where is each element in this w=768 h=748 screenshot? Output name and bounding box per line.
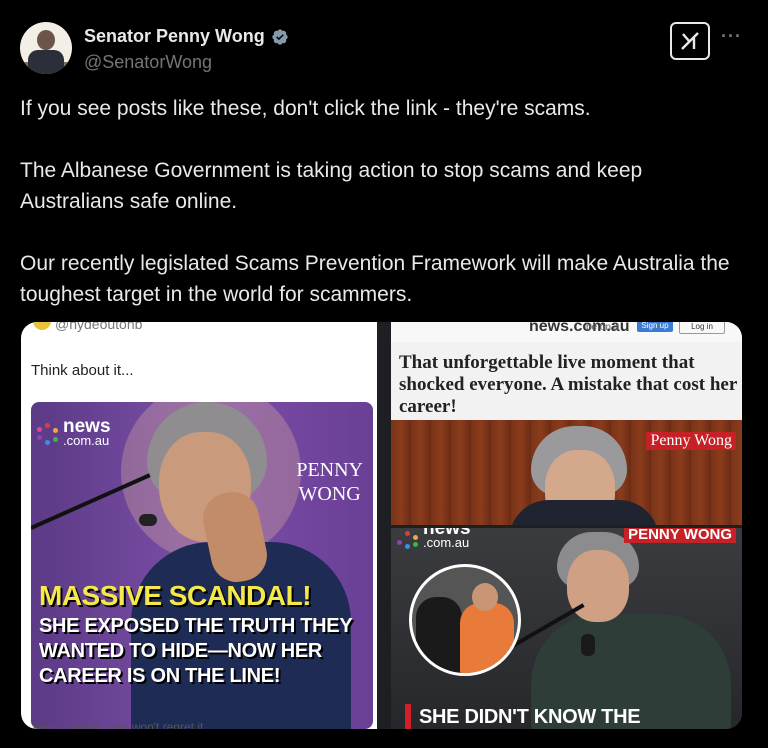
news-dots-icon: [37, 423, 59, 445]
avatar-head-shape: [37, 30, 55, 50]
media-image-left[interactable]: @hydeoutohb Think about it... news .com.…: [21, 322, 377, 729]
media-image-right-bottom[interactable]: news .com.au PENNY WONG SHE DIDN'T KNOW …: [391, 528, 742, 729]
microphone-icon: [581, 634, 595, 656]
more-options-icon[interactable]: ···: [721, 26, 742, 47]
tweet-paragraph: Our recently legislated Scams Prevention…: [20, 252, 730, 306]
verified-badge-icon: [272, 28, 288, 45]
scam-post-caption: Think about it...: [31, 362, 134, 379]
scam-post-image: news .com.au PENNY WONG MASSIVE SCANDAL!…: [31, 402, 373, 729]
name-overlay: PENNY WONG: [296, 458, 363, 506]
news-logo-text: news .com.au: [423, 528, 471, 550]
media-grid[interactable]: @hydeoutohb Think about it... news .com.…: [21, 322, 742, 729]
inset-photo: [409, 564, 521, 676]
scandal-body: SHE EXPOSED THE TRUTH THEY WANTED TO HID…: [39, 615, 352, 687]
caption-text: SHE DIDN'T KNOW THE: [419, 705, 641, 728]
tweet-paragraph: If you see posts like these, don't click…: [20, 97, 591, 120]
name-overlay-line: WONG: [298, 483, 361, 505]
speaker-body: [509, 500, 659, 525]
caption-bar: [405, 704, 411, 729]
scam-account-handle: @hydeoutohb: [55, 322, 143, 332]
news-dots-icon: [397, 528, 419, 549]
tweet-paragraph: The Albanese Government is taking action…: [20, 159, 643, 213]
scam-post-footer: keep reading, you won't regret it: [33, 720, 204, 729]
tweet-header: Senator Penny Wong @SenatorWong ···: [20, 20, 748, 80]
name-overlay-line: PENNY: [296, 459, 363, 481]
prisoner-face: [472, 583, 498, 611]
news-logo: news .com.au: [397, 528, 471, 550]
tweet-text: If you see posts like these, don't click…: [20, 93, 748, 310]
grok-icon[interactable]: [670, 22, 710, 60]
scam-account-avatar: [33, 322, 51, 330]
name-tag: PENNY WONG: [624, 528, 736, 543]
author-display-name[interactable]: Senator Penny Wong: [84, 26, 265, 47]
officer-figure: [416, 597, 462, 673]
avatar-body-shape: [28, 50, 64, 74]
article-headline: That unforgettable live moment that shoc…: [399, 352, 737, 417]
news-logo-sub: .com.au: [63, 433, 110, 448]
microphone-icon: [139, 514, 157, 526]
author-handle[interactable]: @SenatorWong: [84, 52, 212, 73]
media-image-right-top[interactable]: news.com.au be on it Sign up Log in That…: [391, 322, 742, 525]
news-logo-main: news: [63, 416, 111, 437]
profile-avatar[interactable]: [20, 22, 72, 74]
signup-button: Sign up: [637, 322, 673, 332]
video-caption: SHE DIDN'T KNOW THE: [405, 704, 641, 729]
news-logo-text: news .com.au: [63, 416, 111, 448]
news-logo: news .com.au: [37, 416, 111, 448]
author-name-row: Senator Penny Wong: [84, 26, 289, 47]
name-tag: Penny Wong: [646, 432, 736, 450]
site-logo-sub: be on it: [586, 322, 619, 333]
prisoner-figure: [460, 603, 514, 673]
grok-glyph-icon: [681, 32, 699, 50]
news-logo-sub: .com.au: [423, 535, 470, 550]
login-button: Log in: [679, 322, 725, 334]
scandal-title: MASSIVE SCANDAL!: [39, 580, 312, 611]
